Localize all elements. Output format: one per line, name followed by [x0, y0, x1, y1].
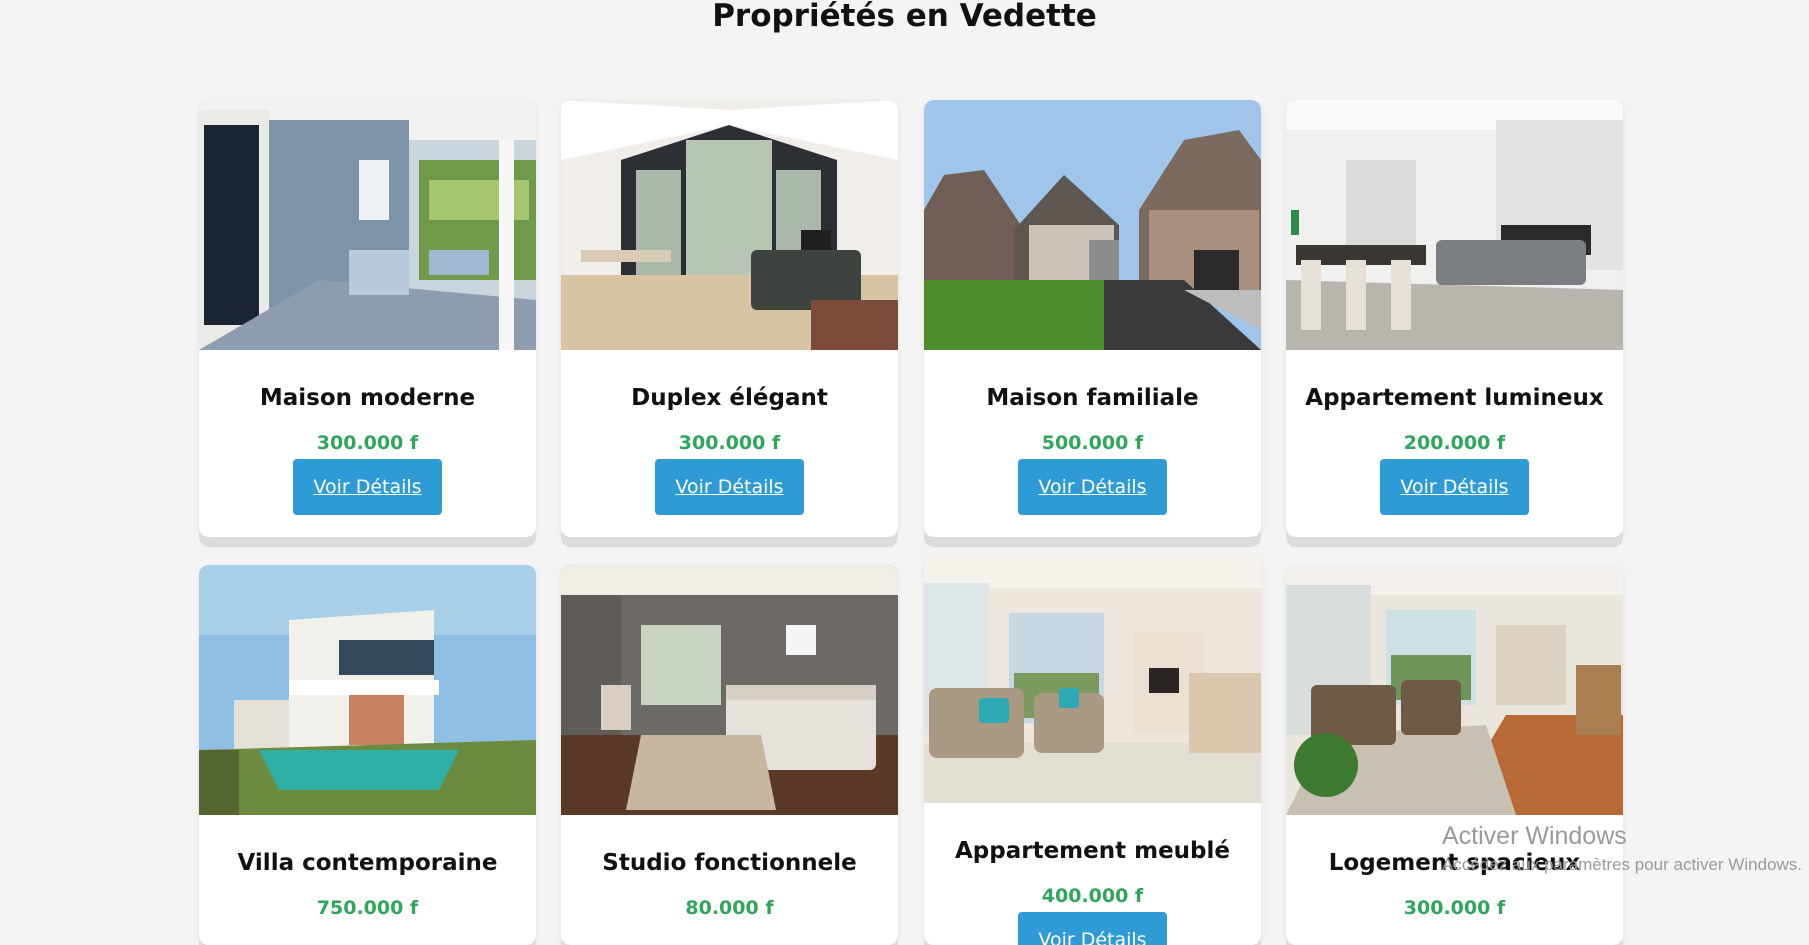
details-button[interactable]: Voir Détails — [1380, 459, 1529, 515]
watermark-title: Activer Windows — [1442, 822, 1627, 850]
details-button[interactable]: Voir Détails — [655, 459, 804, 515]
property-card: Villa contemporaine 750.000 f — [199, 565, 536, 945]
property-photo — [561, 100, 898, 350]
property-name: Appartement meublé — [954, 838, 1230, 864]
property-card: Maison moderne 300.000 f Voir Détails — [199, 100, 536, 537]
property-photo — [199, 565, 536, 815]
property-photo — [561, 565, 898, 815]
windows-activation-watermark: Activer Windows Accédez aux paramètres p… — [1442, 822, 1802, 875]
property-price: 80.000 f — [685, 897, 774, 919]
property-card: Studio fonctionnele 80.000 f — [561, 565, 898, 945]
property-photo — [924, 100, 1261, 350]
property-photo — [199, 100, 536, 350]
property-photo — [1286, 565, 1623, 815]
property-card: Appartement lumineux 200.000 f Voir Déta… — [1286, 100, 1623, 537]
property-card: Duplex élégant 300.000 f Voir Détails — [561, 100, 898, 537]
property-price: 300.000 f — [1403, 897, 1506, 919]
property-name: Appartement lumineux — [1305, 385, 1604, 411]
property-card: Maison familiale 500.000 f Voir Détails — [924, 100, 1261, 537]
property-name: Duplex élégant — [631, 385, 828, 411]
property-name: Maison moderne — [259, 385, 476, 411]
property-price: 300.000 f — [678, 432, 781, 454]
watermark-subtitle: Accédez aux paramètres pour activer Wind… — [1442, 855, 1802, 874]
property-photo — [924, 553, 1261, 803]
property-price: 200.000 f — [1403, 432, 1506, 454]
property-card: Logement spacieux 300.000 f — [1286, 565, 1623, 945]
property-card: Appartement meublé 400.000 f Voir Détail… — [924, 553, 1261, 945]
property-price: 750.000 f — [316, 897, 419, 919]
property-name: Studio fonctionnele — [602, 850, 857, 876]
section-title: Propriétés en Vedette — [712, 0, 1097, 34]
property-price: 500.000 f — [1041, 432, 1144, 454]
details-button[interactable]: Voir Détails — [1018, 459, 1167, 515]
property-photo — [1286, 100, 1623, 350]
details-button[interactable]: Voir Détails — [1018, 912, 1167, 945]
property-price: 300.000 f — [316, 432, 419, 454]
property-name: Maison familiale — [986, 385, 1199, 411]
details-button[interactable]: Voir Détails — [293, 459, 442, 515]
property-name: Villa contemporaine — [237, 850, 498, 876]
property-price: 400.000 f — [1041, 885, 1144, 907]
